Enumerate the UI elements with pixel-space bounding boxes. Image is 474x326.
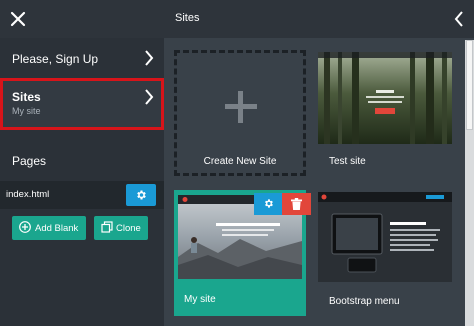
site-card-bootstrap-menu[interactable]: Bootstrap menu [318, 192, 452, 316]
site-settings-button[interactable] [254, 193, 282, 215]
current-site-label: My site [12, 106, 41, 116]
plus-circle-icon [19, 221, 31, 233]
sidebar: Please, Sign Up Sites My site Pages inde… [0, 0, 164, 326]
site-thumbnail [318, 52, 452, 144]
clone-label: Clone [116, 223, 141, 234]
sites-panel: Sites Create New Site Test site My site … [164, 0, 474, 326]
card-name: Test site [329, 156, 366, 167]
copy-icon [101, 221, 113, 233]
add-blank-button[interactable]: Add Blank [12, 216, 86, 240]
site-card-test-site[interactable]: Test site [318, 52, 452, 176]
card-name: Create New Site [203, 156, 277, 167]
clone-button[interactable]: Clone [94, 216, 148, 240]
sign-up-label: Please, Sign Up [12, 52, 99, 66]
chevron-right-icon [145, 89, 154, 105]
site-thumbnail [318, 192, 452, 282]
page-title: Sites [175, 12, 200, 24]
page-name: index.html [6, 189, 50, 200]
delete-site-button[interactable] [282, 193, 311, 215]
plus-icon [225, 91, 257, 123]
card-name: My site [184, 294, 216, 305]
sidebar-header [0, 0, 164, 38]
sites-header: Sites [164, 0, 474, 38]
scrollbar-thumb[interactable] [466, 40, 473, 130]
site-card-my-site[interactable]: My site [174, 190, 311, 316]
chevron-right-icon [145, 50, 154, 66]
sites-label: Sites [12, 90, 41, 104]
trash-icon [291, 198, 302, 210]
gear-icon [265, 199, 273, 208]
add-blank-label: Add Blank [35, 223, 79, 234]
page-settings-button[interactable] [126, 184, 156, 206]
card-name: Bootstrap menu [329, 296, 400, 307]
sign-up-menu-item[interactable]: Please, Sign Up [0, 41, 164, 75]
create-new-site-card[interactable]: Create New Site [174, 50, 306, 176]
gear-icon [137, 190, 146, 200]
pages-heading: Pages [12, 154, 47, 168]
sites-menu-item[interactable]: Sites My site [0, 78, 164, 130]
chevron-left-icon[interactable] [454, 11, 464, 27]
close-icon[interactable] [8, 9, 28, 29]
